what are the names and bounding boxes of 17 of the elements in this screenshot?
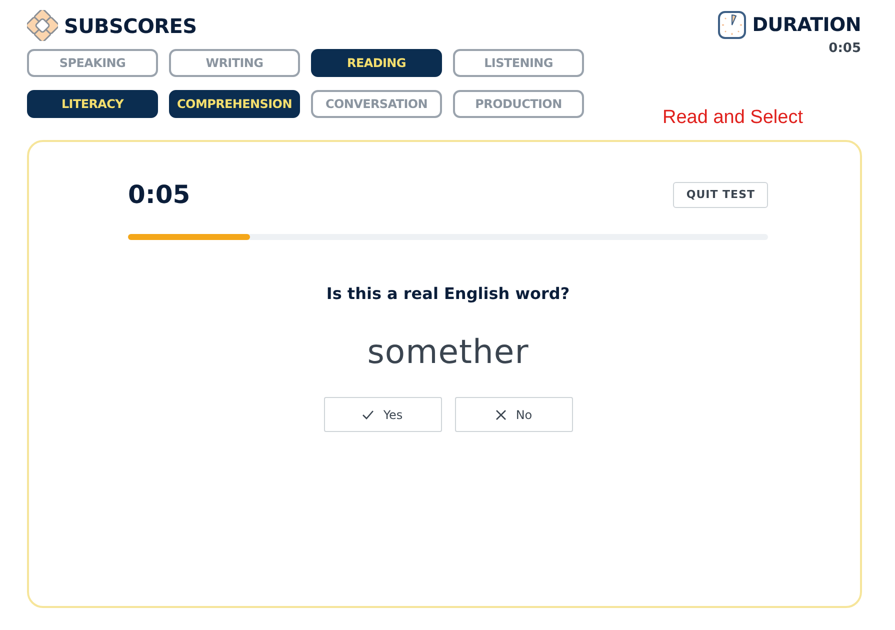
subscore-chip[interactable]: READING <box>311 49 442 77</box>
subscore-chip[interactable]: COMPREHENSION <box>169 90 300 118</box>
subscores-title: SUBSCORES <box>64 14 197 38</box>
close-icon <box>494 408 507 420</box>
answer-button[interactable]: No <box>454 397 572 432</box>
question-text: Is this a real English word? <box>325 284 571 303</box>
timer: 0:05 <box>128 180 190 209</box>
logo-icon <box>27 10 58 41</box>
duration-title: DURATION <box>752 14 861 36</box>
quit-test-button[interactable]: QUIT TEST <box>673 182 768 208</box>
answer-button[interactable]: Yes <box>324 397 442 432</box>
check-icon <box>362 408 374 420</box>
subscore-chip[interactable]: LITERACY <box>27 90 158 118</box>
clock-icon <box>718 11 746 39</box>
word-text: somether <box>366 332 530 371</box>
duration-value: 0:05 <box>828 41 861 56</box>
task-label: Read and Select <box>662 107 803 129</box>
